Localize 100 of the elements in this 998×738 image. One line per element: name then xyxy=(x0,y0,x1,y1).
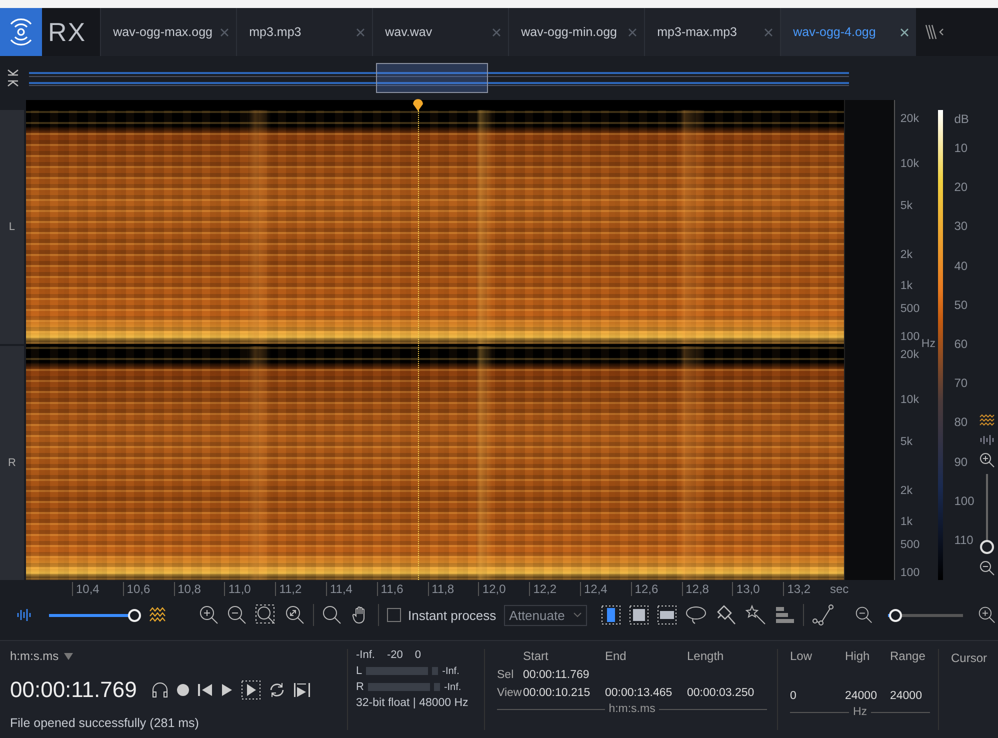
zoom-out-icon[interactable] xyxy=(978,560,995,576)
db-tick-label: 20 xyxy=(954,180,968,194)
db-tick-label: 100 xyxy=(954,494,974,508)
loop-icon[interactable] xyxy=(268,680,286,698)
time-value-field[interactable]: 00:00:11.769 xyxy=(523,669,605,681)
collapse-icon[interactable] xyxy=(7,68,19,88)
zoom-in-icon[interactable] xyxy=(199,605,219,625)
magic-wand-icon[interactable] xyxy=(744,604,767,626)
time-tick-label: 13,0 xyxy=(732,582,760,596)
playhead-line[interactable] xyxy=(418,110,419,580)
search-icon[interactable] xyxy=(322,605,342,625)
time-value-field[interactable]: 00:00:10.215 xyxy=(523,687,605,699)
meter-scale-label: 0 xyxy=(414,649,421,661)
frequency-tick-label: 500 xyxy=(900,538,920,551)
frequency-tick-label: 100 xyxy=(900,566,920,579)
curve-icon[interactable] xyxy=(812,604,834,626)
time-selection-icon[interactable] xyxy=(600,605,621,625)
db-tick-label: 60 xyxy=(954,337,968,351)
frequency-selection-icon[interactable] xyxy=(656,605,677,625)
frequency-tick-label: 5k xyxy=(900,436,913,448)
slider-thumb[interactable] xyxy=(980,540,994,554)
db-tick-label: 40 xyxy=(954,258,968,273)
meter-channel-label: R xyxy=(356,681,364,693)
file-tab[interactable]: mp3-max.mp3 xyxy=(644,8,780,56)
channel-label: L xyxy=(0,110,24,344)
time-tick-label: 12,6 xyxy=(630,582,658,596)
time-tick-label: 13,2 xyxy=(783,582,811,596)
db-tick-label: 70 xyxy=(954,376,968,390)
file-tab[interactable]: wav-ogg-max.ogg xyxy=(100,8,236,56)
instant-process-checkbox[interactable]: Instant process xyxy=(387,608,496,622)
harmonic-selection-icon[interactable] xyxy=(774,606,795,624)
time-tick-label: 12,2 xyxy=(529,582,557,596)
row-label: View xyxy=(497,687,523,699)
column-header: High xyxy=(845,649,871,663)
record-icon[interactable] xyxy=(176,682,190,696)
waveform-view-icon[interactable] xyxy=(980,434,994,446)
frequency-unit: Hz xyxy=(921,338,936,350)
close-icon[interactable] xyxy=(900,28,910,36)
file-tab[interactable]: wav-ogg-4.ogg xyxy=(780,8,916,56)
tab-overflow-icon[interactable] xyxy=(924,24,946,40)
meter-reading: -Inf. xyxy=(442,666,460,676)
playhead-marker-icon[interactable] xyxy=(412,97,424,111)
overview-view-box[interactable] xyxy=(376,63,488,93)
file-tab[interactable]: wav-ogg-min.ogg xyxy=(508,8,644,56)
play-selection-icon[interactable] xyxy=(240,680,261,700)
db-tick-label: 80 xyxy=(954,415,968,430)
meter-channel-label: L xyxy=(356,665,362,677)
time-format-dropdown[interactable]: h:m:s.ms xyxy=(10,649,73,663)
file-tab[interactable]: mp3.mp3 xyxy=(236,8,372,56)
spectrogram-view-icon[interactable] xyxy=(978,414,995,428)
frequency-value-field[interactable]: 24000 xyxy=(845,690,890,702)
box-selection-icon[interactable] xyxy=(628,605,649,625)
meter-scale-label: -Inf. xyxy=(356,649,375,661)
frequency-tick-label: 2k xyxy=(900,485,913,498)
unit-label: Hz xyxy=(852,706,868,718)
frequency-tick-label: 10k xyxy=(900,394,919,406)
time-value-field[interactable]: 00:00:03.250 xyxy=(687,687,767,699)
db-unit: dB xyxy=(954,112,969,126)
time-tick-label: 11,2 xyxy=(275,582,302,596)
headphones-icon[interactable] xyxy=(150,680,169,698)
process-mode-dropdown[interactable]: Attenuate xyxy=(504,604,587,626)
play-to-end-icon[interactable] xyxy=(292,680,311,698)
caret-icon xyxy=(572,612,582,618)
zoom-out-icon[interactable] xyxy=(855,606,873,624)
zoom-in-icon[interactable] xyxy=(978,452,995,468)
status-message: File opened successfully (281 ms) xyxy=(10,716,200,730)
skip-back-icon[interactable] xyxy=(196,682,213,696)
time-tick-label: 10,8 xyxy=(174,582,201,596)
frequency-value-field[interactable]: 0 xyxy=(790,690,845,702)
zoom-fit-icon[interactable] xyxy=(285,605,305,625)
frequency-tick-label: 1k xyxy=(900,516,913,528)
channel-label: R xyxy=(0,346,24,580)
caret-icon xyxy=(64,652,73,660)
column-header: Length xyxy=(687,649,725,663)
frequency-value-field[interactable]: 24000 xyxy=(890,690,930,702)
row-label: Sel xyxy=(497,669,515,681)
level-meter-bar xyxy=(366,667,428,675)
play-icon[interactable] xyxy=(220,682,234,696)
time-tick-label: 11,8 xyxy=(428,582,454,596)
zoom-selection-icon[interactable] xyxy=(255,604,277,626)
column-header: Range xyxy=(890,649,926,663)
brush-icon[interactable] xyxy=(714,604,737,626)
db-tick-label: 110 xyxy=(954,533,974,547)
app-name: RX xyxy=(47,16,88,48)
time-value-field[interactable]: 00:00:13.465 xyxy=(605,687,687,699)
time-tick-label: 12,0 xyxy=(478,582,506,596)
column-header: Start xyxy=(523,649,550,663)
file-tab[interactable]: wav.wav xyxy=(372,8,508,56)
lasso-icon[interactable] xyxy=(684,605,707,625)
time-tick-label: 12,4 xyxy=(580,582,608,596)
frequency-tick-label: 10k xyxy=(900,158,919,170)
frequency-tick-label: 20k xyxy=(900,113,919,126)
time-tick-label: 11,4 xyxy=(326,582,352,596)
current-time-display: 00:00:11.769 xyxy=(10,676,137,702)
column-header: Cursor xyxy=(951,651,988,665)
zoom-in-icon[interactable] xyxy=(978,606,996,624)
zoom-out-icon[interactable] xyxy=(227,605,247,625)
spectrogram-view-icon[interactable] xyxy=(149,607,167,623)
db-tick-label: 50 xyxy=(954,298,968,312)
audio-format-label: 32-bit float | 48000 Hz xyxy=(356,697,470,709)
